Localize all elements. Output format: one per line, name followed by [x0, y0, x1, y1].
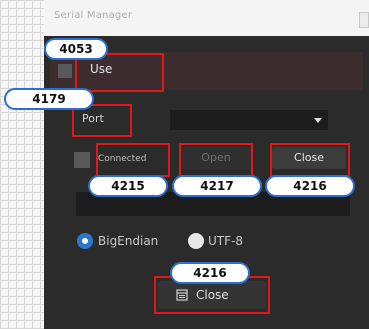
window-button[interactable] — [359, 12, 369, 28]
port-dropdown[interactable] — [170, 110, 328, 130]
badge-close-bottom: 4216 — [170, 262, 250, 284]
badge-open: 4217 — [172, 175, 262, 197]
title-bar: Serial Manager — [44, 0, 369, 36]
badge-use: 4053 — [44, 38, 108, 60]
window-title: Serial Manager — [54, 10, 133, 21]
bigendian-radio[interactable] — [77, 233, 93, 249]
use-checkbox[interactable] — [58, 64, 72, 78]
badge-close-top: 4216 — [265, 175, 355, 197]
utf8-radio[interactable] — [188, 233, 204, 249]
utf8-label: UTF-8 — [208, 234, 243, 248]
chevron-down-icon — [314, 118, 322, 123]
highlight-open — [179, 143, 253, 177]
highlight-connected — [96, 143, 170, 177]
bigendian-label: BigEndian — [98, 234, 159, 248]
highlight-close-top — [270, 143, 350, 177]
badge-connected: 4215 — [88, 175, 168, 197]
connected-checkbox[interactable] — [74, 152, 90, 168]
badge-port: 4179 — [4, 88, 94, 110]
